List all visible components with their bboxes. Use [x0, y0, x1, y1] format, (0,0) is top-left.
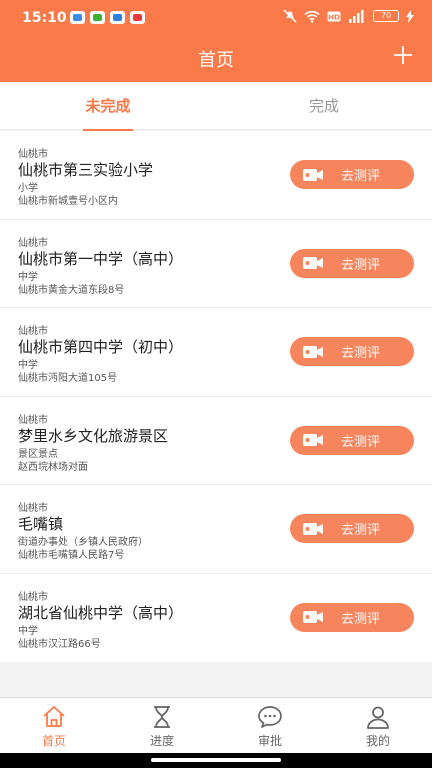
charging-icon [406, 9, 414, 23]
app-header: 15:10 HD 70 首页 [0, 0, 432, 82]
evaluate-button-label: 去测评 [341, 169, 381, 184]
tab-complete[interactable]: 完成 [216, 82, 432, 130]
video-camera-icon [303, 257, 323, 269]
item-region: 仙桃市 [18, 503, 48, 514]
wifi-icon [304, 10, 320, 23]
user-icon [367, 706, 389, 729]
list-item[interactable]: 仙桃市 仙桃市第一中学（高中） 中学 仙桃市黄金大道东段8号 去测评 [0, 220, 432, 308]
hourglass-icon [154, 706, 170, 728]
evaluate-button[interactable]: 去测评 [290, 337, 414, 366]
item-name: 毛嘴镇 [18, 515, 64, 533]
evaluate-button-label: 去测评 [341, 434, 381, 450]
mute-icon [283, 9, 297, 23]
tab-incomplete[interactable]: 未完成 [0, 82, 216, 131]
wechat-notification-icon [90, 11, 105, 24]
signal-icon [349, 9, 364, 23]
item-address: 仙桃市毛嘴镇人民路7号 [18, 550, 125, 561]
system-nav-bar [0, 753, 432, 768]
item-address: 仙桃市新城壹号小区内 [18, 196, 118, 207]
evaluate-button[interactable]: 去测评 [290, 602, 414, 632]
plus-icon[interactable] [392, 44, 414, 66]
app-notification-icon [70, 11, 85, 24]
status-time: 15:10 [22, 10, 67, 26]
bottom-nav: 首页 进度 审批 我的 [0, 697, 432, 753]
nav-progress-label: 进度 [149, 734, 174, 748]
list-item[interactable]: 仙桃市 毛嘴镇 街道办事处（乡镇人民政府） 仙桃市毛嘴镇人民路7号 去测评 [0, 485, 432, 574]
evaluate-button[interactable]: 去测评 [290, 160, 414, 189]
page-title: 首页 [198, 50, 234, 71]
list-item[interactable]: 仙桃市 梦里水乡文化旅游景区 景区景点 赵西垸林场对面 去测评 [0, 397, 432, 485]
tab-complete-label: 完成 [308, 97, 339, 115]
nav-approval[interactable]: 审批 [216, 698, 324, 754]
chat-icon [258, 706, 282, 728]
nav-progress[interactable]: 进度 [108, 698, 216, 754]
item-region: 仙桃市 [18, 326, 48, 337]
video-camera-icon [303, 434, 323, 446]
home-gesture-bar[interactable] [151, 758, 281, 762]
evaluate-button[interactable]: 去测评 [290, 425, 414, 455]
hd-icon: HD [327, 11, 341, 21]
evaluate-button-label: 去测评 [341, 346, 381, 361]
home-icon [43, 706, 65, 727]
nav-mine[interactable]: 我的 [324, 698, 432, 754]
status-tabs: 未完成 完成 [0, 82, 432, 131]
item-address: 仙桃市汉江路66号 [18, 638, 101, 650]
evaluate-button-label: 去测评 [341, 257, 381, 273]
nav-mine-label: 我的 [365, 734, 390, 748]
item-name: 仙桃市第三实验小学 [18, 161, 154, 179]
evaluate-button[interactable]: 去测评 [290, 248, 414, 278]
item-address: 仙桃市沔阳大道105号 [18, 373, 118, 384]
evaluate-button-label: 去测评 [341, 523, 381, 538]
list-item[interactable]: 仙桃市 湖北省仙桃中学（高中） 中学 仙桃市汉江路66号 去测评 [0, 574, 432, 663]
video-notification-icon [130, 11, 145, 24]
video-camera-icon [303, 345, 323, 358]
list-item[interactable]: 仙桃市 仙桃市第四中学（初中） 中学 仙桃市沔阳大道105号 去测评 [0, 308, 432, 397]
task-list: 仙桃市 仙桃市第三实验小学 小学 仙桃市新城壹号小区内 去测评 仙桃市 仙桃市第一中学（高中… [0, 131, 432, 662]
evaluate-button-label: 去测评 [341, 611, 381, 627]
item-name: 湖北省仙桃中学（高中） [18, 603, 184, 622]
evaluate-button[interactable]: 去测评 [290, 514, 414, 543]
status-bar: 15:10 HD 70 [0, 0, 432, 36]
phone-notification-icon [110, 11, 125, 24]
video-camera-icon [303, 522, 323, 535]
status-indicators: HD 70 [283, 9, 414, 23]
item-name: 仙桃市第四中学（初中） [18, 338, 184, 356]
list-item[interactable]: 仙桃市 仙桃市第三实验小学 小学 仙桃市新城壹号小区内 去测评 [0, 131, 432, 220]
nav-approval-label: 审批 [257, 734, 282, 748]
video-camera-icon [303, 611, 323, 623]
video-camera-icon [303, 168, 323, 181]
nav-home[interactable]: 首页 [0, 698, 108, 754]
item-address: 仙桃市黄金大道东段8号 [18, 284, 125, 296]
item-region: 仙桃市 [18, 237, 48, 249]
nav-home-label: 首页 [41, 734, 66, 748]
tab-incomplete-label: 未完成 [85, 97, 131, 115]
notification-icons [70, 11, 145, 24]
item-address: 赵西垸林场对面 [18, 461, 88, 473]
item-name: 梦里水乡文化旅游景区 [18, 426, 169, 445]
svg-text:HD: HD [328, 13, 340, 21]
item-region: 仙桃市 [18, 149, 48, 160]
battery-icon: 70 [373, 10, 399, 22]
item-name: 仙桃市第一中学（高中） [18, 249, 184, 268]
item-region: 仙桃市 [18, 414, 48, 426]
item-region: 仙桃市 [18, 591, 48, 603]
